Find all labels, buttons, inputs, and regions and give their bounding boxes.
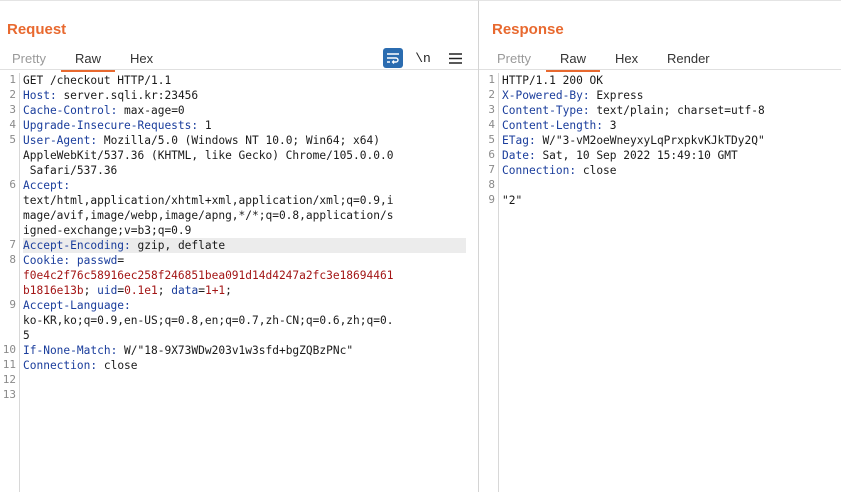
tab-hex[interactable]: Hex: [130, 51, 153, 66]
line-number: 4: [488, 118, 495, 131]
request-header-continuation: 5: [23, 329, 30, 342]
request-line: GET /checkout HTTP/1.1: [23, 74, 172, 87]
request-header-continuation: AppleWebKit/537.36 (KHTML, like Gecko) C…: [23, 149, 394, 162]
line-number: 6: [9, 178, 16, 191]
response-pane: Response Pretty Raw Hex Render 1 2 3 4 5…: [478, 0, 841, 492]
request-editor[interactable]: 1 2 3 4 5 6 7 8 9 10 11 12 13 GET /check…: [0, 73, 478, 492]
tab-hex[interactable]: Hex: [615, 51, 638, 66]
request-header-continuation: text/html,application/xhtml+xml,applicat…: [23, 194, 394, 207]
line-number: 1: [9, 73, 16, 86]
line-number: 2: [488, 88, 495, 101]
cookie-value-line: b1816e13b; uid=0.1e1; data=1+1;: [23, 284, 232, 297]
tab-pretty[interactable]: Pretty: [497, 51, 531, 66]
tab-raw[interactable]: Raw: [545, 51, 601, 72]
request-header-line-highlighted: Accept-Encoding: gzip, deflate: [23, 238, 466, 253]
request-header-continuation: ko-KR,ko;q=0.9,en-US;q=0.8,en;q=0.7,zh-C…: [23, 314, 394, 327]
response-header-line: Date: Sat, 10 Sep 2022 15:49:10 GMT: [502, 149, 738, 162]
request-header-line: Host: server.sqli.kr:23456: [23, 89, 199, 102]
line-number: 7: [9, 238, 16, 251]
request-pane: Request Pretty Raw Hex \n 1 2 3 4 5 6 7 …: [0, 0, 478, 492]
line-number: 9: [9, 298, 16, 311]
wrap-lines-icon: [387, 53, 399, 64]
line-number: 12: [2, 373, 16, 386]
line-number: 1: [488, 73, 495, 86]
response-header-line: Content-Type: text/plain; charset=utf-8: [502, 104, 765, 117]
request-header-continuation: igned-exchange;v=b3;q=0.9: [23, 224, 192, 237]
line-number: 4: [9, 118, 16, 131]
line-number: 3: [9, 103, 16, 116]
options-menu-button[interactable]: [445, 48, 465, 68]
request-tabs: Pretty Raw Hex: [0, 47, 478, 72]
response-header-line: Connection: close: [502, 164, 617, 177]
request-header-line: Accept-Language:: [23, 299, 131, 312]
line-number: 11: [2, 358, 16, 371]
line-number: 6: [488, 148, 495, 161]
response-editor[interactable]: 1 2 3 4 5 6 7 8 9 HTTP/1.1 200 OK X-Powe…: [479, 73, 841, 492]
line-number: 8: [488, 178, 495, 191]
tab-pretty[interactable]: Pretty: [12, 51, 46, 66]
request-header-line: If-None-Match: W/"18-9X73WDw203v1w3sfd+b…: [23, 344, 354, 357]
response-title: Response: [492, 21, 564, 38]
wrap-lines-button[interactable]: [383, 48, 403, 68]
request-header-line: Accept:: [23, 179, 71, 192]
line-number: 10: [2, 343, 16, 356]
line-number-gutter: 1 2 3 4 5 6 7 8 9 10 11 12 13: [0, 73, 20, 492]
request-header-line: Cache-Control: max-age=0: [23, 104, 185, 117]
tabs-divider: [479, 69, 841, 70]
line-number: 8: [9, 253, 16, 266]
show-newlines-button[interactable]: \n: [413, 48, 433, 68]
response-blank-line: [502, 178, 837, 193]
line-number: 3: [488, 103, 495, 116]
line-number-gutter: 1 2 3 4 5 6 7 8 9: [479, 73, 499, 492]
request-header-continuation: mage/avif,image/webp,image/apng,*/*;q=0.…: [23, 209, 394, 222]
response-body: "2": [502, 194, 523, 207]
tabs-divider: [0, 69, 478, 70]
response-header-line: ETag: W/"3-vM2oeWneyxyLqPrxpkvKJkTDy2Q": [502, 134, 765, 147]
request-header-continuation: Safari/537.36: [23, 164, 118, 177]
line-number: 13: [2, 388, 16, 401]
tab-raw[interactable]: Raw: [60, 51, 116, 72]
response-header-line: X-Powered-By: Express: [502, 89, 644, 102]
response-header-line: Content-Length: 3: [502, 119, 617, 132]
line-number: 9: [488, 193, 495, 206]
tab-render[interactable]: Render: [667, 51, 710, 66]
line-number: 5: [488, 133, 495, 146]
line-number: 7: [488, 163, 495, 176]
request-header-line: Upgrade-Insecure-Requests: 1: [23, 119, 212, 132]
status-line: HTTP/1.1 200 OK: [502, 74, 604, 87]
response-tabs: Pretty Raw Hex Render: [479, 47, 841, 72]
cookie-header-line: Cookie: passwd=: [23, 254, 125, 267]
hamburger-menu-icon: [448, 52, 462, 64]
cookie-value-line: f0e4c2f76c58916ec258f246851bea091d14d424…: [23, 269, 394, 282]
line-number: 2: [9, 88, 16, 101]
request-header-line: Connection: close: [23, 359, 138, 372]
request-header-line: User-Agent: Mozilla/5.0 (Windows NT 10.0…: [23, 134, 380, 147]
line-number: 5: [9, 133, 16, 146]
request-title: Request: [7, 21, 67, 38]
